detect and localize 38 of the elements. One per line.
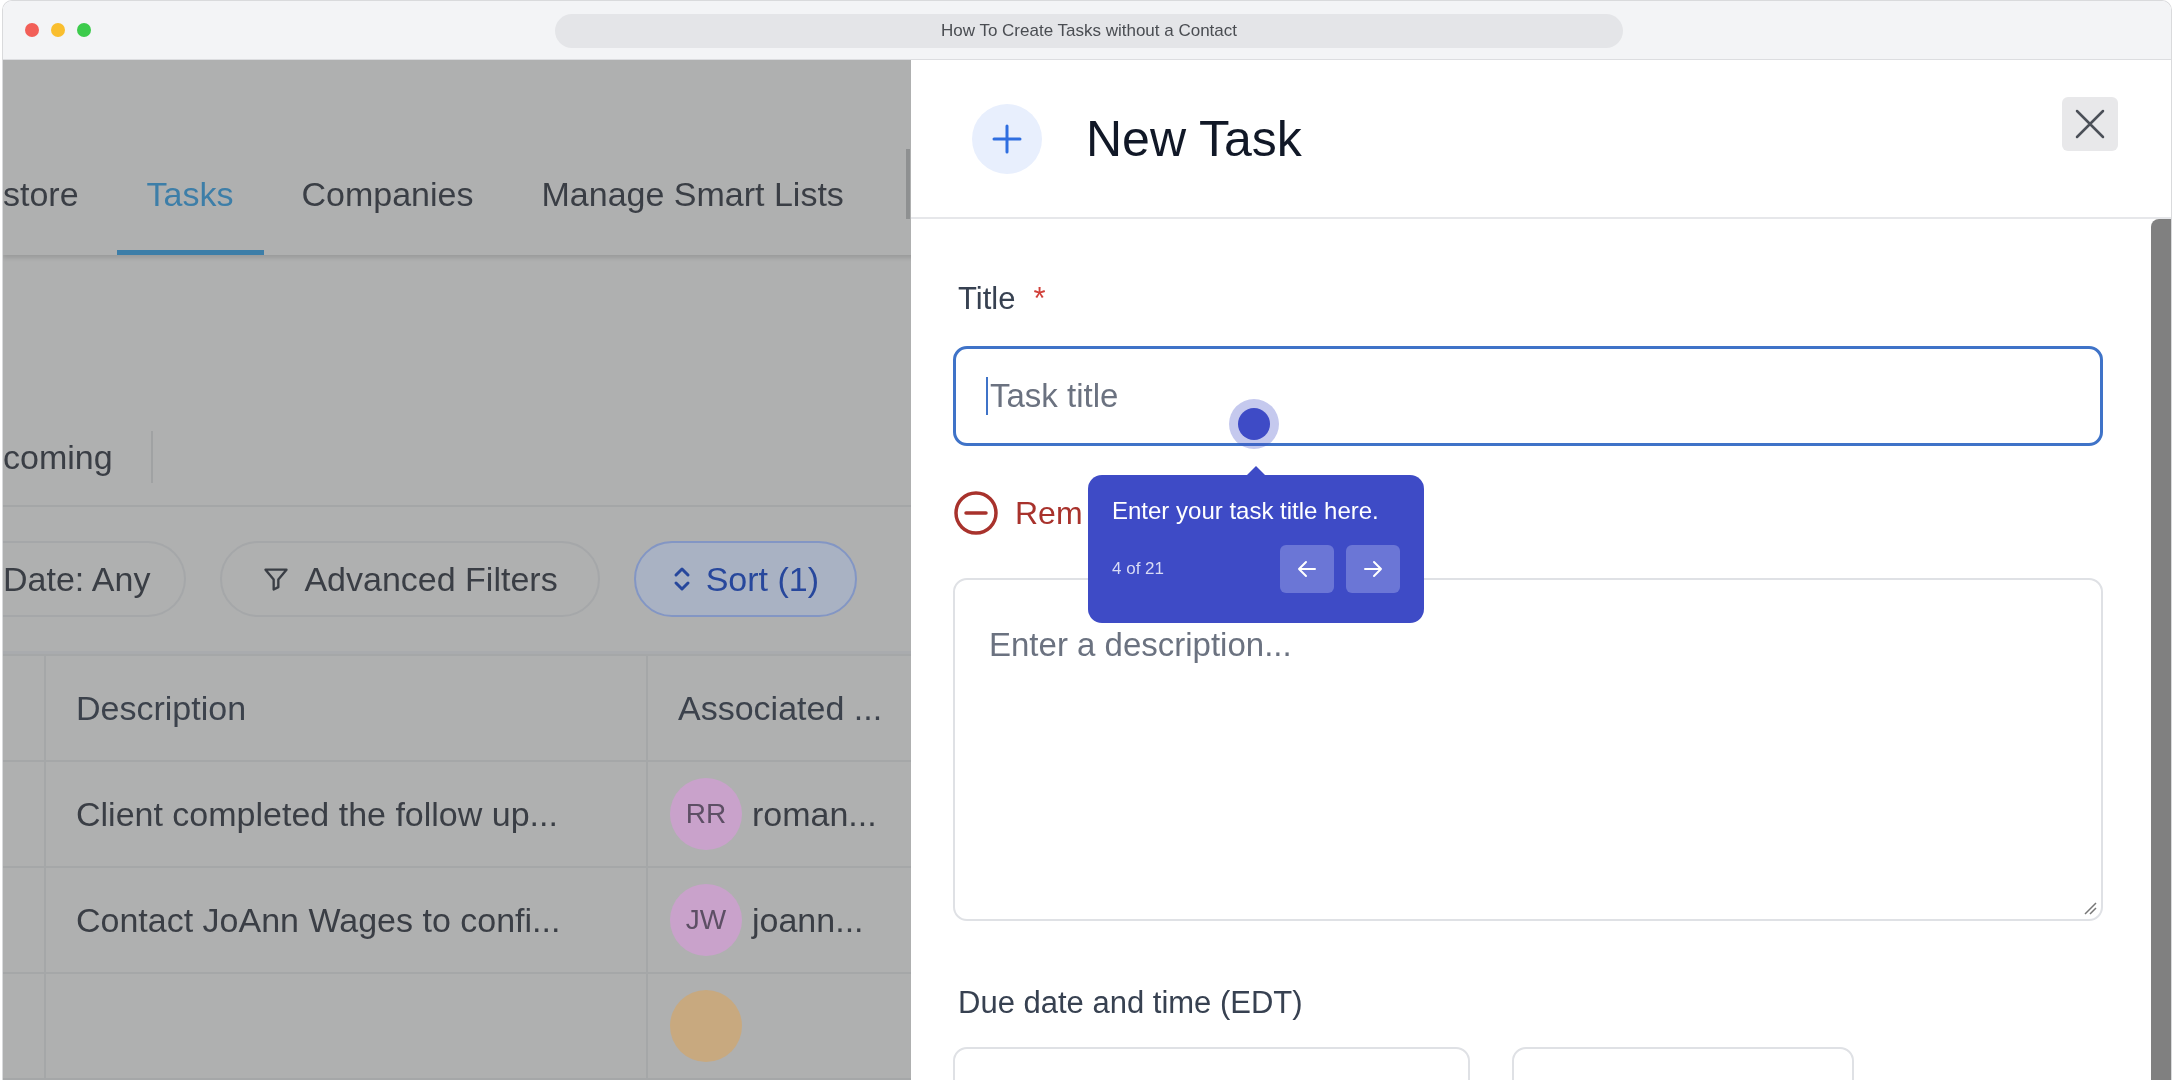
maximize-window-icon[interactable] [77, 23, 91, 37]
avatar: RR [670, 778, 742, 850]
filter-button[interactable]: Sort (1) [633, 541, 857, 617]
minimize-window-icon[interactable] [51, 23, 65, 37]
step-counter: 4 of 21 [1112, 559, 1165, 579]
contact-name[interactable]: joann... [752, 900, 864, 940]
next-button[interactable] [1346, 545, 1400, 593]
input-field[interactable]: Task title [953, 346, 2103, 446]
resize-handle-icon[interactable] [2083, 901, 2097, 915]
close-window-icon[interactable] [25, 23, 39, 37]
previous-button[interactable] [1280, 545, 1334, 593]
placeholder: Task title [990, 377, 1119, 415]
table-cell: Client completed the follow up... [45, 761, 647, 867]
field-label: Title [958, 281, 1016, 317]
contact-name[interactable]: roman... [752, 794, 877, 834]
address-bar[interactable]: How To Create Tasks without a Contact [555, 14, 1623, 48]
nav-tab[interactable]: store [3, 175, 109, 256]
hotspot-marker [1229, 399, 1279, 449]
close-icon [2073, 107, 2107, 141]
remove-link[interactable]: Rem [1015, 494, 1083, 532]
filter-button[interactable]: Date: Any [3, 541, 187, 617]
tooltip-text: Enter your task title here. [1112, 497, 1380, 525]
avatar: JW [670, 884, 742, 956]
filter-button[interactable]: Advanced Filters [220, 541, 600, 617]
close-button[interactable] [2062, 97, 2118, 151]
nav-tab[interactable]: Manage Smart Lists [511, 175, 874, 256]
required-mark: * [1033, 281, 1046, 317]
remove-icon[interactable] [953, 490, 999, 536]
arrow-left-icon [1296, 558, 1318, 580]
column-header[interactable]: Description [45, 655, 647, 761]
nav-tab[interactable]: Companies [271, 175, 504, 256]
table-cell: Contact JoAnn Wages to confi... [45, 867, 647, 973]
scrollbar[interactable] [2151, 219, 2171, 1080]
view-tab[interactable]: coming [3, 438, 113, 483]
text-cursor [986, 377, 988, 415]
panel-title: New Task [1086, 109, 1302, 168]
arrow-right-icon [1362, 558, 1384, 580]
field-label: Due date and time (EDT) [957, 985, 1304, 1021]
